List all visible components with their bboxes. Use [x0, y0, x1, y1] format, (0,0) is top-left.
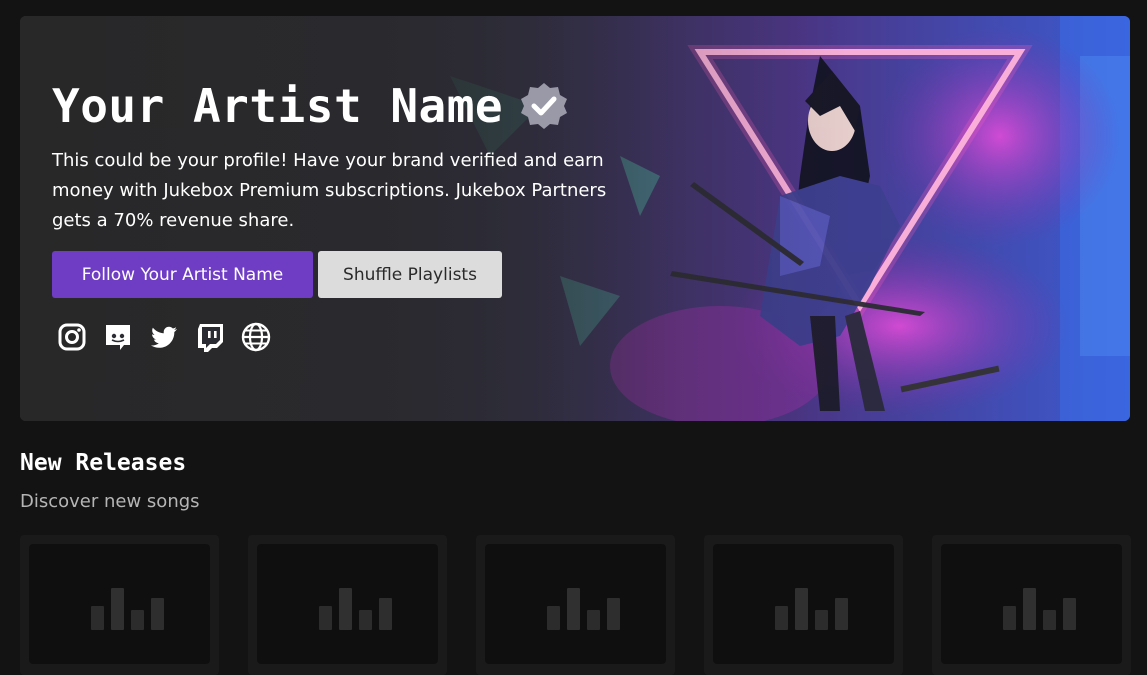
release-card-placeholder[interactable]: [248, 535, 447, 675]
verified-icon: [521, 83, 568, 129]
loading-bars-icon: [547, 588, 620, 630]
loading-bars-icon: [775, 588, 848, 630]
instagram-icon[interactable]: [56, 321, 88, 353]
follow-button[interactable]: Follow Your Artist Name: [52, 251, 313, 298]
globe-icon[interactable]: [240, 321, 272, 353]
release-card-placeholder[interactable]: [932, 535, 1131, 675]
new-releases-title: New Releases: [20, 450, 187, 476]
loading-bars-icon: [1003, 588, 1076, 630]
release-card-placeholder[interactable]: [476, 535, 675, 675]
release-artwork-placeholder: [941, 544, 1122, 664]
twitch-icon[interactable]: [194, 321, 226, 353]
discord-icon[interactable]: [102, 321, 134, 353]
artist-title-row: Your Artist Name: [52, 78, 569, 134]
twitter-icon[interactable]: [148, 321, 180, 353]
release-artwork-placeholder: [29, 544, 210, 664]
release-artwork-placeholder: [257, 544, 438, 664]
release-artwork-placeholder: [713, 544, 894, 664]
social-links: [56, 321, 272, 353]
hero-actions: Follow Your Artist Name Shuffle Playlist…: [52, 251, 502, 298]
release-card-placeholder[interactable]: [20, 535, 219, 675]
new-releases-list: [20, 535, 1131, 675]
shuffle-playlists-button[interactable]: Shuffle Playlists: [318, 251, 502, 298]
artist-name: Your Artist Name: [52, 79, 504, 133]
release-artwork-placeholder: [485, 544, 666, 664]
loading-bars-icon: [91, 588, 164, 630]
release-card-placeholder[interactable]: [704, 535, 903, 675]
loading-bars-icon: [319, 588, 392, 630]
new-releases-subtitle: Discover new songs: [20, 491, 200, 512]
artist-description: This could be your profile! Have your br…: [52, 150, 607, 231]
artist-hero-banner: Your Artist Name This could be your prof…: [20, 16, 1130, 421]
